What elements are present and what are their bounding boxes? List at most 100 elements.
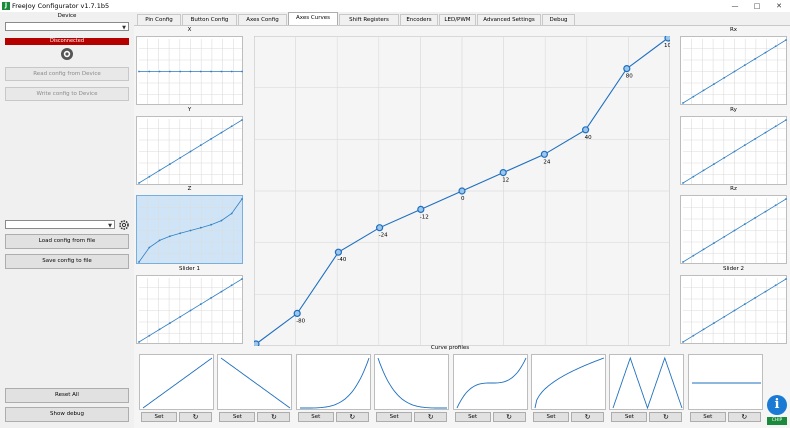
reset-icon[interactable]: ↻ (571, 412, 604, 422)
tab-debug[interactable]: Debug (542, 14, 575, 25)
curve-handle[interactable] (664, 36, 670, 42)
axis-z-plot[interactable] (136, 195, 243, 264)
title-bar: J FreeJoy Configurator v1.7.1b5 — □ ✕ (0, 0, 790, 12)
chevron-down-icon: ▼ (108, 223, 112, 229)
close-icon[interactable]: ✕ (768, 0, 790, 12)
reset-icon[interactable]: ↻ (179, 412, 212, 422)
curve-point (723, 156, 726, 159)
curve-handle[interactable] (623, 64, 631, 73)
reset-icon[interactable]: ↻ (257, 412, 291, 422)
curve-point (785, 39, 787, 41)
curve-profile-set-button[interactable]: Set (376, 412, 413, 422)
curve-point (713, 163, 715, 165)
curve-profile-set-button[interactable]: Set (297, 412, 334, 422)
app-icon: J (2, 2, 10, 10)
reset-icon[interactable]: ↻ (335, 412, 369, 422)
tab-advanced-settings[interactable]: Advanced Settings (477, 14, 541, 25)
axis-slider2-plot[interactable] (680, 275, 787, 344)
curve-point (148, 246, 151, 249)
curve-point (785, 278, 787, 280)
curve-profile-set-button[interactable]: Set (689, 412, 726, 422)
tab-shift-registers[interactable]: Shift Registers (339, 14, 399, 25)
curve-point (785, 119, 787, 121)
reset-all-button[interactable]: Reset All (5, 388, 129, 403)
axis-rz-plot[interactable] (680, 195, 787, 264)
minimize-icon[interactable]: — (724, 0, 746, 12)
axis-ry-plot[interactable] (680, 116, 787, 185)
curve-point (733, 229, 736, 232)
curve-point (702, 89, 705, 92)
curve-handle[interactable] (417, 205, 425, 213)
curve-profile-set-button[interactable]: Set (533, 412, 569, 422)
curve-profile-set-button[interactable]: Set (141, 412, 177, 422)
curve-point (682, 261, 684, 263)
curve-point-label: 100 (664, 43, 670, 49)
curve-point (785, 198, 787, 200)
tab-button-config[interactable]: Button Config (182, 14, 237, 25)
read-config-button[interactable]: Read config from Device (5, 67, 129, 81)
info-icon[interactable]: i (767, 395, 787, 415)
curve-profiles-title: Curve profiles (430, 345, 470, 351)
curve-handle[interactable] (499, 169, 507, 177)
reset-icon[interactable]: ↻ (727, 412, 761, 422)
main-curve-editor[interactable]: -100-80-40-24-12012244080100 (254, 36, 670, 346)
axis-slider1-plot[interactable] (136, 275, 243, 344)
maximize-icon[interactable]: □ (746, 0, 768, 12)
curve-profile-set-button[interactable]: Set (454, 412, 491, 422)
curve-profile-set-button[interactable]: Set (219, 412, 256, 422)
curve-point (179, 232, 182, 235)
load-config-file-button[interactable]: Load config from file (5, 234, 129, 249)
curve-point (754, 217, 756, 219)
settings-gear-icon[interactable] (119, 220, 129, 230)
curve-point (138, 341, 140, 343)
device-select[interactable]: ▼ (5, 22, 129, 31)
axis-ry-label: Ry (730, 107, 737, 113)
curve-handle[interactable] (293, 309, 301, 317)
save-config-file-button[interactable]: Save config to file (5, 254, 129, 269)
curve-profile-zigzag (609, 354, 685, 410)
curve-point (723, 235, 726, 238)
curve-point (764, 131, 767, 134)
curve-point (764, 210, 767, 213)
curve-point (682, 182, 684, 184)
curve-handle[interactable] (582, 126, 590, 134)
curve-point (158, 239, 161, 242)
curve-handle[interactable] (540, 150, 548, 158)
curve-handle[interactable] (458, 187, 466, 195)
tab-encoders[interactable]: Encoders (400, 14, 438, 25)
write-config-button[interactable]: Write config to Device (5, 87, 129, 101)
tab-led-pwm[interactable]: LED/PWM (439, 14, 476, 25)
tab-axes-curves[interactable]: Axes Curves (288, 12, 338, 26)
curve-point (148, 70, 151, 73)
axis-x-plot[interactable] (136, 36, 243, 105)
curve-handle[interactable] (334, 248, 343, 256)
chevron-down-icon: ▼ (122, 25, 126, 31)
curve-point (241, 278, 243, 280)
axis-rz-label: Rz (730, 186, 737, 192)
curve-point (764, 290, 767, 293)
curve-point (210, 297, 212, 299)
reset-icon[interactable]: ↻ (492, 412, 526, 422)
curve-point (189, 150, 192, 153)
tab-axes-config[interactable]: Axes Config (238, 14, 287, 25)
curve-point (199, 303, 202, 306)
axis-y-plot[interactable] (136, 116, 243, 185)
curve-point (220, 290, 223, 293)
curve-point (692, 175, 695, 178)
curve-point (199, 70, 202, 73)
curve-profile-set-button[interactable]: Set (611, 412, 648, 422)
reset-icon[interactable]: ↻ (649, 412, 683, 422)
show-debug-button[interactable]: Show debug (5, 407, 129, 422)
curve-point (138, 182, 140, 184)
axis-rx-plot[interactable] (680, 36, 787, 105)
reset-icon[interactable]: ↻ (414, 412, 448, 422)
curve-point (692, 334, 695, 337)
curve-handle[interactable] (375, 224, 384, 232)
curve-point (189, 309, 192, 312)
curve-point (138, 261, 140, 263)
connection-status: Disconnected (5, 38, 129, 45)
tab-pin-config[interactable]: Pin Config (137, 14, 181, 25)
curve-point (169, 163, 171, 165)
config-select[interactable]: ▼ (5, 220, 115, 229)
curve-point (199, 226, 202, 229)
